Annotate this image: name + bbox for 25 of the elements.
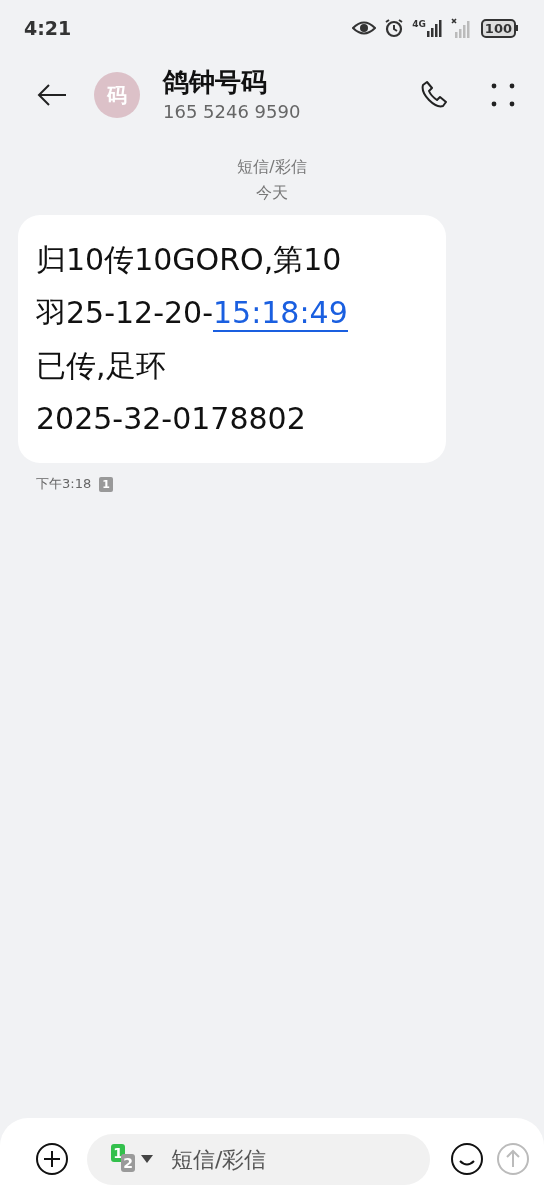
sim-selector[interactable]: 1 2: [111, 1144, 159, 1174]
no-signal-icon: [450, 18, 473, 38]
caret-icon: [141, 1155, 153, 1163]
eye-icon: [352, 20, 377, 36]
phone-icon[interactable]: [420, 80, 450, 110]
contact-number: 165 5246 9590: [163, 100, 302, 124]
message-text: 归10传10GORO,第10 羽25-12-20-15:18:49 已传,足环 2025-32-0178802: [36, 241, 349, 438]
add-icon[interactable]: [35, 1142, 69, 1176]
status-time: 4:21: [24, 17, 72, 39]
date-label: 今天: [255, 182, 289, 204]
alarm-icon: [384, 18, 405, 38]
network-label: 4G: [412, 19, 426, 29]
back-icon[interactable]: [36, 83, 68, 107]
message-field[interactable]: 1 2 短信/彩信: [87, 1133, 430, 1185]
time-link[interactable]: 15:18:49: [213, 295, 348, 332]
channel-label: 短信/彩信: [236, 156, 308, 178]
battery-level: 100: [480, 18, 516, 38]
more-icon[interactable]: [490, 82, 516, 108]
sim-badge: 1: [99, 476, 113, 492]
sim-two-label: 2: [121, 1154, 135, 1172]
emoji-icon[interactable]: [450, 1142, 484, 1176]
message-time: 下午3:18: [36, 475, 92, 493]
contact-avatar: 码: [94, 72, 140, 118]
signal-icon: [426, 19, 443, 37]
contact-name: 鸽钟号码: [163, 66, 268, 99]
